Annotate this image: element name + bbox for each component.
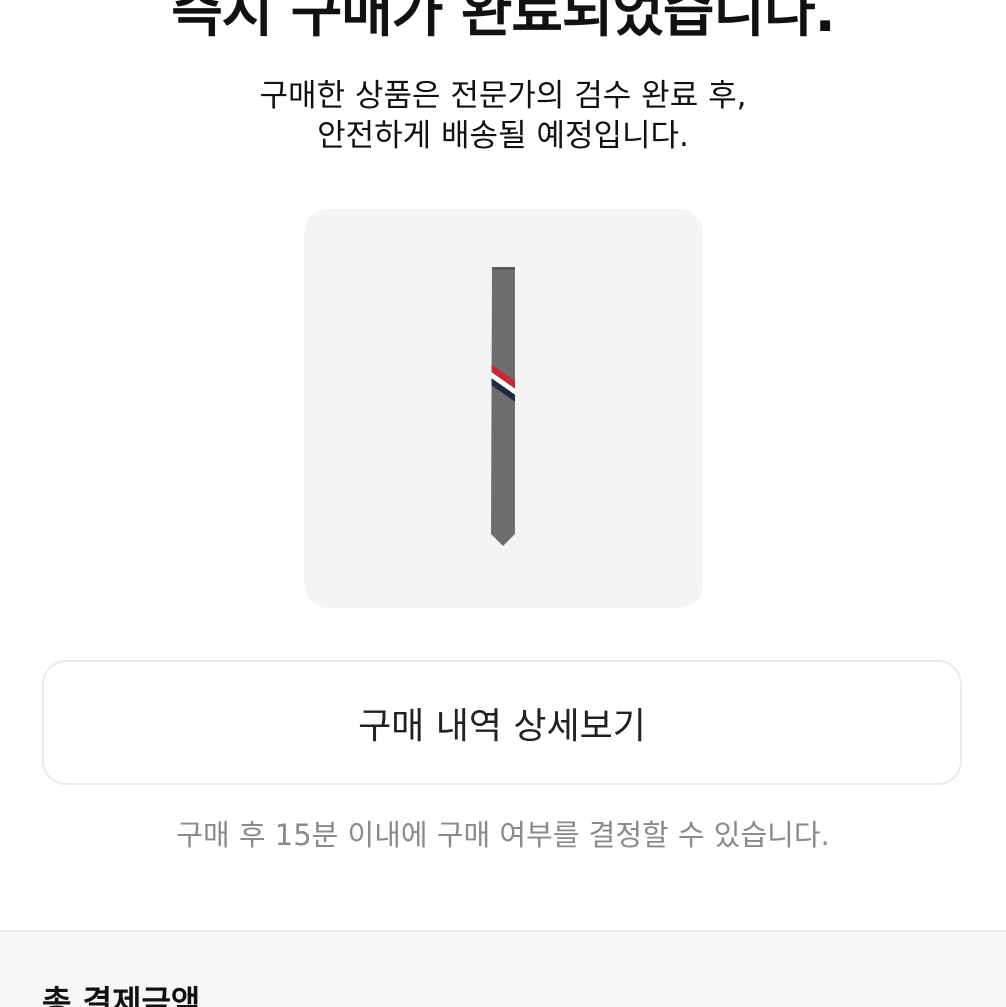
purchase-complete-page: 즉시 구매가 완료되었습니다. 구매한 상품은 전문가의 검수 완료 후, 안전…	[0, 0, 1006, 1007]
necktie-body	[491, 267, 515, 546]
decision-notice: 구매 후 15분 이내에 구매 여부를 결정할 수 있습니다.	[176, 818, 830, 852]
product-image-card	[304, 209, 703, 608]
page-title: 즉시 구매가 완료되었습니다.	[171, 0, 836, 45]
purchase-detail-button[interactable]: 구매 내역 상세보기	[42, 660, 962, 785]
completion-message-line-2: 안전하게 배송될 예정입니다.	[317, 118, 689, 154]
completion-message: 구매한 상품은 전문가의 검수 완료 후, 안전하게 배송될 예정입니다.	[0, 76, 1006, 156]
total-payment-label: 총 결제금액	[42, 983, 201, 1007]
necktie-image	[491, 267, 515, 546]
payment-summary-section: 총 결제금액	[0, 930, 1006, 1007]
completion-message-line-1: 구매한 상품은 전문가의 검수 완료 후,	[259, 78, 747, 114]
